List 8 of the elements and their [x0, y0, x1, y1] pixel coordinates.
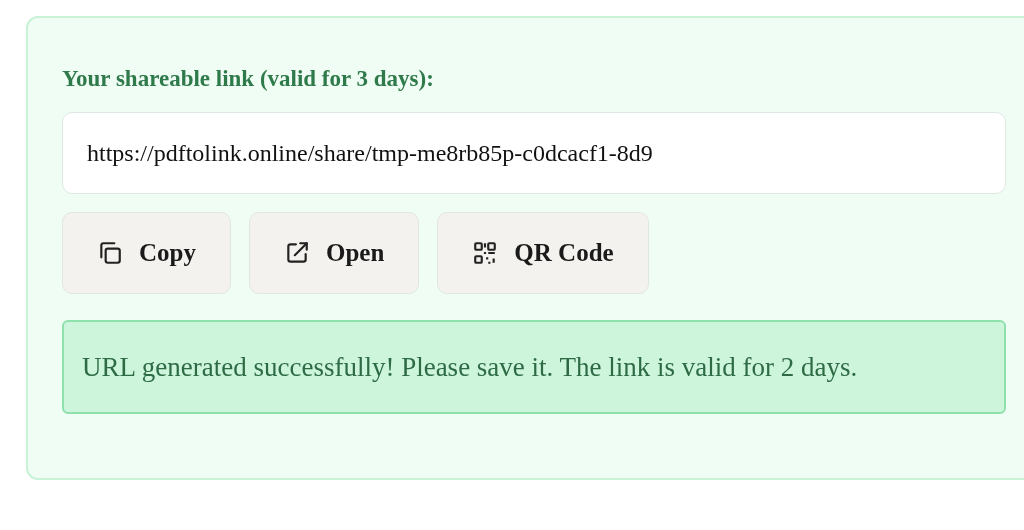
field-label: Your shareable link (valid for 3 days): [62, 65, 435, 93]
copy-icon [97, 240, 123, 266]
qr-code-button[interactable]: QR Code [437, 212, 649, 294]
open-button[interactable]: Open [248, 212, 420, 294]
copy-button[interactable]: Copy [62, 212, 231, 294]
success-message: URL generated successfully! Please save it. The link is valid for 2 days. [62, 320, 1006, 414]
link-field[interactable]: https://pdftolink.online/share/tmp-me8rb85p-c0dcacf1-8d9 [62, 112, 1006, 194]
qr-code-icon [472, 240, 499, 266]
